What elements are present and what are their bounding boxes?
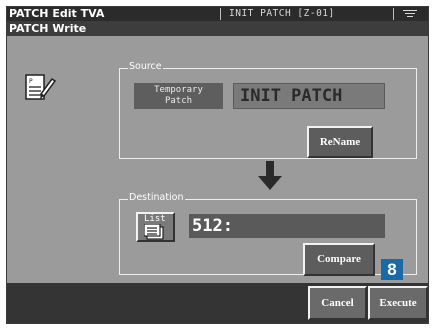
current-patch-label: INIT PATCH [Z-01]: [229, 8, 335, 19]
temporary-patch-label-line1: Temporary: [154, 85, 203, 95]
titlebar-divider: [393, 8, 394, 20]
source-group: Source Temporary Patch INIT PATCH ReName: [119, 61, 417, 159]
rename-button[interactable]: ReName: [307, 126, 373, 158]
bottom-bar: Cancel Execute: [7, 283, 428, 323]
source-patch-name: INIT PATCH: [233, 83, 385, 109]
dialog-title: PATCH Write: [7, 21, 428, 36]
destination-group: Destination List 512: Compare: [119, 192, 417, 276]
list-button[interactable]: List: [136, 212, 175, 242]
list-icon: [144, 224, 164, 240]
screen-title: PATCH Edit TVA: [9, 7, 105, 20]
temporary-patch-label: Temporary Patch: [134, 83, 223, 109]
write-patch-icon: P: [21, 72, 57, 106]
compare-button[interactable]: Compare: [303, 243, 375, 276]
temporary-patch-label-line2: Patch: [164, 96, 193, 106]
execute-button[interactable]: Execute: [368, 286, 428, 320]
step-marker-badge: 8: [381, 259, 403, 280]
titlebar-divider: [220, 8, 221, 20]
cancel-button[interactable]: Cancel: [308, 286, 367, 320]
titlebar: PATCH Edit TVA INIT PATCH [Z-01]: [7, 7, 428, 21]
menu-icon[interactable]: [403, 10, 417, 19]
destination-number-field[interactable]: 512:: [189, 214, 385, 238]
synth-screen: PATCH Edit TVA INIT PATCH [Z-01] PATCH W…: [6, 6, 429, 324]
arrow-down-icon: [257, 161, 283, 191]
svg-text:P: P: [29, 78, 33, 85]
destination-group-label: Destination: [128, 192, 185, 204]
source-group-label: Source: [128, 61, 163, 73]
dialog-content: P Source Temporary Patch INIT PATCH ReNa…: [7, 36, 428, 283]
